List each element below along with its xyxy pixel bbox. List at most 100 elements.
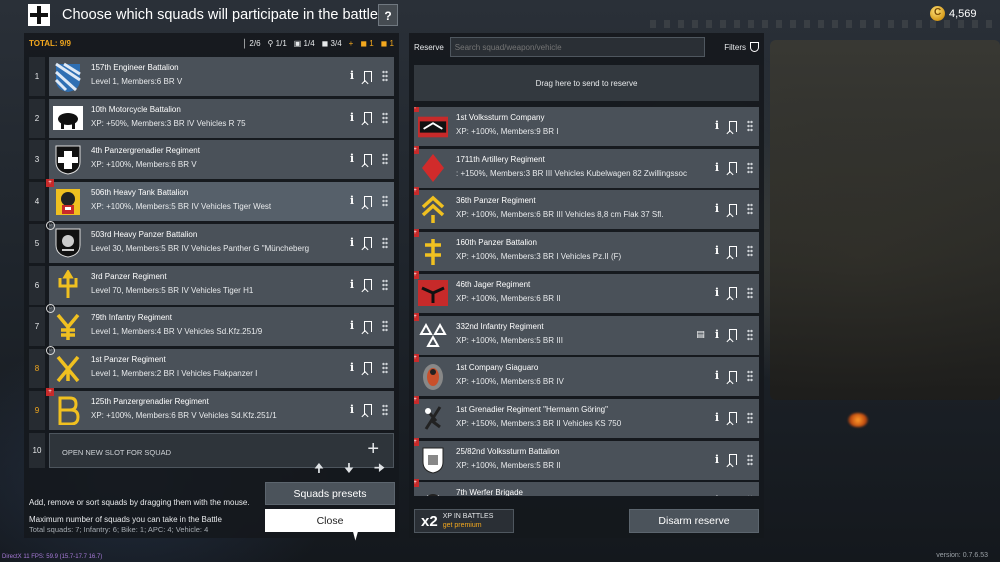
manual-book-icon[interactable]: ▤: [696, 329, 705, 341]
squad-card[interactable]: ◌ 1st Panzer Regiment Level 1, Members:2…: [46, 345, 394, 388]
squad-card[interactable]: + 125th Panzergrenadier Regiment XP: +10…: [46, 387, 394, 430]
info-icon[interactable]: i: [715, 453, 719, 466]
drag-handle-icon[interactable]: [747, 161, 753, 174]
squad-card[interactable]: 10th Motorcycle Battalion XP: +50%, Memb…: [49, 98, 394, 138]
squad-card[interactable]: 4th Panzergrenadier Regiment XP: +100%, …: [49, 140, 394, 180]
info-icon[interactable]: i: [350, 153, 354, 165]
bookmark-icon[interactable]: [729, 454, 737, 466]
bookmark-icon[interactable]: [364, 70, 372, 82]
info-icon[interactable]: i: [715, 495, 719, 496]
reserve-squad-card[interactable]: + 1711th Artillery Regiment : +150%, Mem…: [414, 145, 759, 188]
drag-handle-icon[interactable]: [382, 111, 388, 124]
drag-handle-icon[interactable]: [382, 403, 388, 416]
squad-card[interactable]: + 506th Heavy Tank Battalion XP: +100%, …: [46, 179, 394, 222]
info-icon[interactable]: i: [715, 286, 719, 299]
bookmark-icon[interactable]: [729, 203, 737, 215]
bookmark-icon[interactable]: [364, 237, 372, 249]
drag-handle-icon[interactable]: [382, 236, 388, 249]
slot-number: 10: [29, 433, 45, 468]
bookmark-icon[interactable]: [364, 195, 372, 207]
squad-slot[interactable]: 8 ◌ 1st Panzer Regiment Level 1, Members…: [29, 345, 394, 388]
drag-handle-icon[interactable]: [747, 411, 753, 424]
drag-handle-icon[interactable]: [747, 328, 753, 341]
bookmark-icon[interactable]: [364, 320, 372, 332]
drag-handle-icon[interactable]: [382, 278, 388, 291]
bookmark-icon[interactable]: [729, 370, 737, 382]
info-icon[interactable]: i: [350, 278, 354, 291]
plus-icon[interactable]: +: [367, 438, 379, 461]
bookmark-icon[interactable]: [729, 287, 737, 299]
drag-handle-icon[interactable]: [382, 361, 388, 374]
close-button[interactable]: Close: [265, 509, 395, 532]
bookmark-icon[interactable]: [729, 120, 737, 132]
drag-handle-icon[interactable]: [382, 70, 388, 82]
bookmark-icon[interactable]: [729, 329, 737, 340]
drag-handle-icon[interactable]: [747, 286, 753, 299]
squad-card[interactable]: ◌ 79th Infantry Regiment Level 1, Member…: [46, 304, 394, 347]
bookmark-icon[interactable]: [364, 279, 372, 290]
squad-slot[interactable]: 2 10th Motorcycle Battalion XP: +50%, Me…: [29, 98, 394, 138]
squad-slot[interactable]: 7 ◌ 79th Infantry Regiment Level 1, Memb…: [29, 304, 394, 347]
reserve-dropzone[interactable]: Drag here to send to reserve: [414, 65, 759, 101]
info-icon[interactable]: i: [715, 411, 719, 424]
squad-slot[interactable]: 4 + 506th Heavy Tank Battalion XP: +100%…: [29, 179, 394, 222]
info-icon[interactable]: i: [715, 328, 719, 341]
reserve-squad-card[interactable]: + 160th Panzer Battalion XP: +100%, Memb…: [414, 229, 759, 272]
arrow-down-icon[interactable]: 🠋: [344, 459, 354, 480]
info-icon[interactable]: i: [715, 245, 719, 257]
reserve-list[interactable]: + 1st Volkssturm Company XP: +100%, Memb…: [414, 107, 759, 496]
reserve-squad-card[interactable]: + 1st Grenadier Regiment "Hermann Göring…: [414, 395, 759, 438]
info-icon[interactable]: i: [715, 203, 719, 215]
drag-handle-icon[interactable]: [382, 320, 388, 333]
search-input[interactable]: [449, 37, 705, 57]
arrow-right-icon[interactable]: 🠊: [374, 459, 385, 480]
reserve-squad-card[interactable]: + 332nd Infantry Regiment XP: +100%, Mem…: [414, 312, 759, 355]
bookmark-icon[interactable]: [364, 362, 372, 374]
xp-premium-banner[interactable]: x2 XP IN BATTLES get premium: [414, 509, 514, 533]
reserve-squad-card[interactable]: + 7th Werfer Brigade i: [414, 479, 759, 496]
bookmark-icon[interactable]: [364, 153, 372, 165]
drag-handle-icon[interactable]: [747, 245, 753, 258]
reserve-squad-card[interactable]: + 25/82nd Volkssturm Battalion XP: +100%…: [414, 437, 759, 480]
drag-handle-icon[interactable]: [747, 370, 753, 383]
reserve-squad-card[interactable]: + 36th Panzer Regiment XP: +100%, Member…: [414, 187, 759, 230]
bookmark-icon[interactable]: [729, 162, 737, 174]
bookmark-icon[interactable]: [729, 412, 737, 424]
info-icon[interactable]: i: [350, 403, 354, 416]
disarm-reserve-button[interactable]: Disarm reserve: [629, 509, 759, 533]
drag-handle-icon[interactable]: [747, 120, 753, 132]
filters-button[interactable]: Filters: [724, 42, 759, 52]
drag-handle-icon[interactable]: [747, 203, 753, 216]
squad-card[interactable]: 3rd Panzer Regiment Level 70, Members:5 …: [49, 265, 394, 305]
bookmark-icon[interactable]: [364, 112, 372, 124]
info-icon[interactable]: i: [350, 361, 354, 374]
info-icon[interactable]: i: [350, 320, 354, 332]
info-icon[interactable]: i: [350, 236, 354, 249]
squad-slot[interactable]: 3 4th Panzergrenadier Regiment XP: +100%…: [29, 140, 394, 180]
arrow-up-icon[interactable]: 🠉: [314, 459, 324, 480]
drag-handle-icon[interactable]: [747, 453, 753, 466]
squad-slot[interactable]: 6 3rd Panzer Regiment Level 70, Members:…: [29, 265, 394, 305]
squads-presets-button[interactable]: Squads presets: [265, 482, 395, 505]
info-icon[interactable]: i: [350, 111, 354, 124]
reserve-squad-card[interactable]: + 1st Volkssturm Company XP: +100%, Memb…: [414, 107, 759, 146]
squad-slot[interactable]: 9 + 125th Panzergrenadier Regiment XP: +…: [29, 387, 394, 430]
info-icon[interactable]: i: [715, 161, 719, 174]
squad-slot[interactable]: 1 157th Engineer Battalion Level 1, Memb…: [29, 57, 394, 96]
help-button[interactable]: ?: [378, 4, 398, 26]
drag-handle-icon[interactable]: [747, 495, 753, 496]
squad-card[interactable]: ◌ 503rd Heavy Panzer Battalion Level 30,…: [46, 220, 394, 263]
bookmark-icon[interactable]: [364, 404, 372, 416]
info-icon[interactable]: i: [715, 120, 719, 132]
info-icon[interactable]: i: [350, 70, 354, 82]
drag-handle-icon[interactable]: [382, 195, 388, 208]
squad-card[interactable]: 157th Engineer Battalion Level 1, Member…: [49, 57, 394, 96]
get-premium-link[interactable]: get premium: [443, 521, 494, 530]
squad-slot[interactable]: 5 ◌ 503rd Heavy Panzer Battalion Level 3…: [29, 220, 394, 263]
reserve-squad-card[interactable]: + 46th Jager Regiment XP: +100%, Members…: [414, 270, 759, 313]
info-icon[interactable]: i: [350, 195, 354, 207]
info-icon[interactable]: i: [715, 370, 719, 382]
drag-handle-icon[interactable]: [382, 153, 388, 166]
reserve-squad-card[interactable]: + 1st Company Giaguaro XP: +100%, Member…: [414, 354, 759, 397]
bookmark-icon[interactable]: [729, 245, 737, 257]
